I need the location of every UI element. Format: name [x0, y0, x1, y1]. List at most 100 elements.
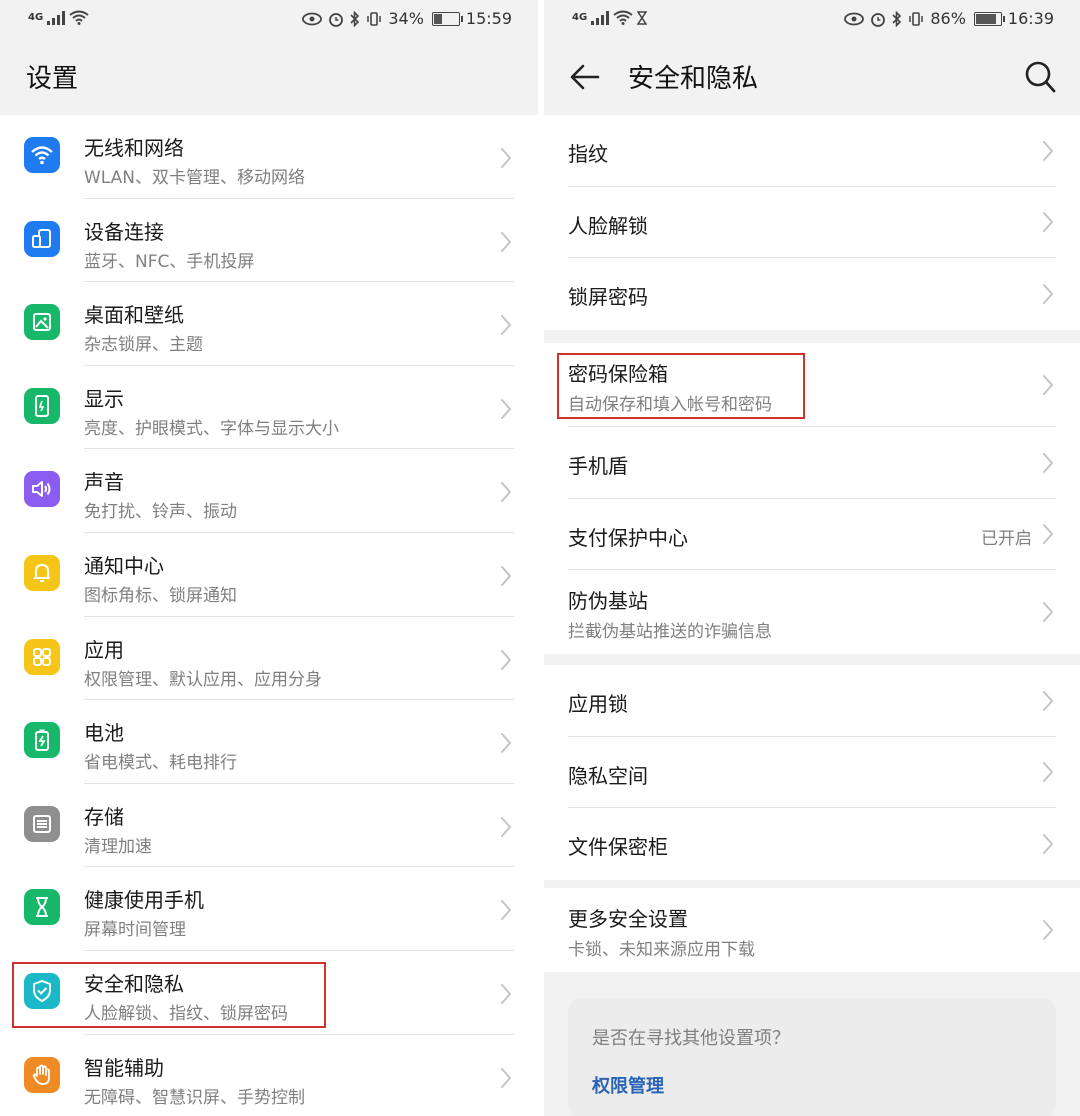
settings-item-subtitle: 杂志锁屏、主题: [84, 335, 203, 356]
settings-item[interactable]: 声音免打扰、铃声、振动: [0, 449, 538, 533]
status-bar: 4G 86% 16:39: [544, 0, 1080, 40]
settings-item-subtitle: 无障碍、智慧识屏、手势控制: [84, 1087, 305, 1108]
settings-item[interactable]: 电池省电模式、耗电排行: [0, 700, 538, 784]
settings-item-title: 桌面和壁纸: [84, 303, 184, 328]
signal-icon: [591, 10, 610, 25]
settings-list: 无线和网络 WLAN、双卡管理、移动网络设备连接 蓝牙、NFC、手机投屏桌面和壁纸杂…: [0, 115, 538, 1116]
settings-group: 更多安全设置卡锁、未知来源应用下载: [544, 888, 1080, 972]
sound-icon: [24, 471, 60, 508]
settings-item-subtitle: 免打扰、铃声、振动: [84, 502, 237, 523]
wifi-status-icon: [613, 10, 633, 25]
status-value: 已开启: [981, 528, 1032, 549]
wifi-status-icon: [69, 10, 89, 25]
hourglass-icon: [24, 889, 60, 926]
settings-item-title: 应用: [84, 637, 124, 662]
settings-group: 密码保险箱 自动保存和填入帐号和密码手机盾支付保护中心 已开启防伪基站拦截伪基站推送…: [544, 343, 1080, 654]
apps-icon: [24, 638, 60, 675]
permission-management-link[interactable]: 权限管理: [592, 1072, 664, 1098]
security-item[interactable]: 人脸解锁: [544, 187, 1080, 258]
settings-item-title: 存储: [84, 804, 124, 829]
settings-item-subtitle: 清理加速: [84, 836, 152, 857]
clock: 16:39: [1007, 9, 1054, 28]
app-bar: 设置: [0, 40, 538, 114]
settings-item[interactable]: 安全和隐私人脸解锁、指纹、锁屏密码: [0, 951, 538, 1035]
security-item[interactable]: 指纹: [544, 115, 1080, 187]
network-type: 4G: [572, 12, 588, 23]
settings-group: 指纹人脸解锁锁屏密码: [544, 115, 1080, 330]
vibrate-icon: [909, 11, 924, 26]
settings-screen: 4G 34% 15:59 设置 无线和网络 WLAN、双卡管理、移动网络设备连接蓝…: [0, 0, 538, 1116]
security-item-title: 支付保护中心: [568, 525, 688, 550]
settings-item-subtitle: 屏幕时间管理: [84, 920, 186, 941]
settings-item[interactable]: 应用权限管理、默认应用、应用分身: [0, 617, 538, 701]
security-item[interactable]: 隐私空间: [544, 737, 1080, 808]
security-item[interactable]: 密码保险箱 自动保存和填入帐号和密码: [544, 343, 1080, 427]
device-connect-icon: [24, 220, 60, 257]
hourglass-status-icon: [637, 10, 648, 25]
settings-item-subtitle: WLAN、双卡管理、移动网络: [84, 168, 306, 188]
security-item[interactable]: 应用锁: [544, 665, 1080, 737]
settings-item-subtitle: 人脸解锁、指纹、锁屏密码: [84, 1004, 288, 1024]
security-item-title: 隐私空间: [568, 763, 648, 788]
security-item-title: 应用锁: [568, 692, 628, 716]
security-item-title: 手机盾: [568, 454, 628, 478]
suggestion-card: 是否在寻找其他设置项？ 权限管理: [568, 998, 1056, 1116]
display-icon: [24, 387, 60, 424]
settings-item-title: 通知中心: [84, 554, 164, 578]
settings-item[interactable]: 存储 清理加速: [0, 784, 538, 868]
page-title: 安全和隐私: [628, 64, 759, 94]
security-item[interactable]: 更多安全设置卡锁、未知来源应用下载: [544, 888, 1080, 972]
security-item-subtitle: 卡锁、未知来源应用下载: [568, 940, 755, 960]
settings-item-title: 声音: [84, 470, 124, 495]
battery-status-icon: [973, 11, 1005, 26]
settings-item-subtitle: 权限管理、默认应用、应用分身: [84, 669, 322, 690]
settings-item-subtitle: 亮度、护眼模式、字体与显示大小: [84, 418, 339, 439]
security-item-title: 锁屏密码: [568, 285, 648, 309]
security-item[interactable]: 手机盾: [544, 427, 1080, 499]
security-item-title: 密码保险箱: [568, 362, 668, 386]
settings-item-title: 健康使用手机: [84, 888, 204, 913]
settings-item-title: 安全和隐私: [84, 972, 184, 996]
clock: 15:59: [465, 9, 512, 28]
settings-item-subtitle: 蓝牙、NFC、手机投屏: [84, 251, 255, 272]
security-item-title: 文件保密柜: [568, 835, 668, 859]
search-icon[interactable]: [1024, 60, 1056, 94]
settings-item-title: 电池: [84, 721, 124, 746]
security-item-title: 人脸解锁: [568, 213, 648, 238]
alarm-icon: [329, 12, 344, 27]
hand-icon: [24, 1056, 60, 1093]
bluetooth-icon: [350, 10, 360, 27]
settings-item-subtitle: 省电模式、耗电排行: [84, 753, 237, 774]
settings-item[interactable]: 智能辅助无障碍、智慧识屏、手势控制: [0, 1035, 538, 1116]
settings-item[interactable]: 桌面和壁纸杂志锁屏、主题: [0, 282, 538, 366]
settings-item[interactable]: 设备连接 蓝牙、NFC、手机投屏: [0, 199, 538, 283]
shield-icon: [24, 973, 60, 1009]
security-item[interactable]: 文件保密柜: [544, 808, 1080, 880]
alarm-icon: [871, 12, 886, 27]
status-bar: 4G 34% 15:59: [0, 0, 538, 40]
battery-percent: 86%: [930, 9, 966, 28]
settings-item[interactable]: 健康使用手机屏幕时间管理: [0, 867, 538, 951]
security-item-title: 更多安全设置: [568, 907, 688, 931]
settings-item[interactable]: 通知中心图标角标、锁屏通知: [0, 533, 538, 617]
settings-item-title: 无线和网络: [84, 136, 184, 160]
settings-item[interactable]: 显示 亮度、护眼模式、字体与显示大小: [0, 366, 538, 450]
security-item-title: 指纹: [568, 142, 608, 166]
wifi-icon: [24, 137, 60, 173]
security-item[interactable]: 防伪基站拦截伪基站推送的诈骗信息: [544, 570, 1080, 654]
back-arrow-icon[interactable]: [568, 60, 602, 94]
network-type: 4G: [28, 12, 44, 23]
settings-item[interactable]: 无线和网络 WLAN、双卡管理、移动网络: [0, 115, 538, 199]
settings-item-title: 智能辅助: [84, 1055, 164, 1080]
security-item-subtitle: 拦截伪基站推送的诈骗信息: [568, 622, 772, 642]
storage-icon: [24, 805, 60, 842]
security-privacy-screen: 4G 86% 16:39 安全和隐私 指纹人脸解锁锁屏密码密码保险箱 自动保存和填…: [544, 0, 1080, 1116]
security-item[interactable]: 支付保护中心 已开启: [544, 499, 1080, 570]
wallpaper-icon: [24, 304, 60, 341]
settings-group: 应用锁隐私空间文件保密柜: [544, 665, 1080, 880]
security-item-title: 防伪基站: [568, 589, 648, 613]
security-item[interactable]: 锁屏密码: [544, 258, 1080, 330]
vibrate-icon: [367, 11, 382, 26]
settings-item-subtitle: 图标角标、锁屏通知: [84, 586, 237, 606]
battery-percent: 34%: [388, 9, 424, 28]
